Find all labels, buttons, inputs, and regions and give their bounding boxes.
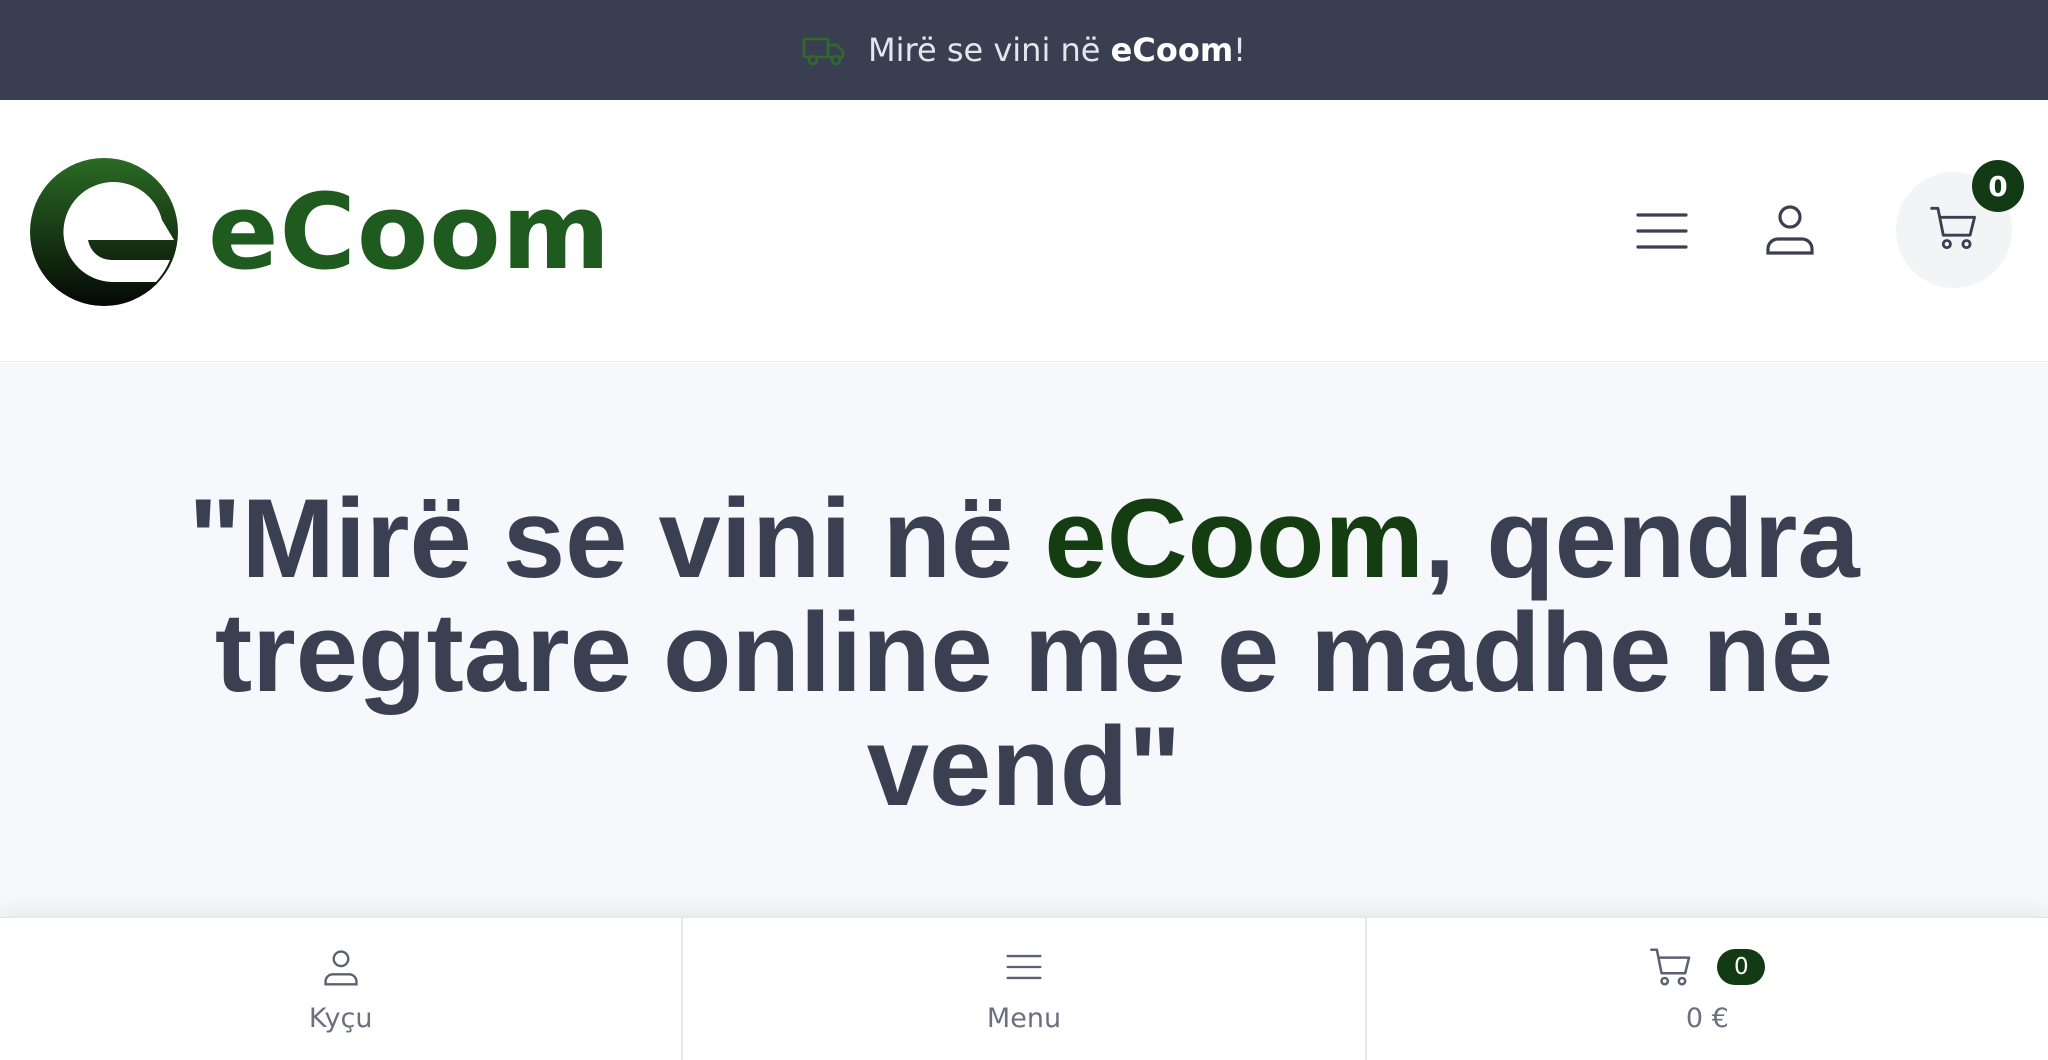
bottom-nav: Kyçu Menu 0 0 € [0, 917, 2048, 1060]
user-icon [319, 945, 363, 989]
hero-headline: "Mirë se vini në eCoom, qendra tregtare … [188, 475, 1860, 829]
bottom-nav-menu[interactable]: Menu [681, 918, 1364, 1060]
hero-section: "Mirë se vini në eCoom, qendra tregtare … [0, 363, 2048, 918]
bottom-nav-login[interactable]: Kyçu [0, 918, 681, 1060]
bottom-nav-cart[interactable]: 0 0 € [1364, 918, 2048, 1060]
announcement-bar: Mirë se vini në eCoom! [0, 0, 2048, 100]
menu-icon[interactable] [1634, 203, 1690, 259]
site-header: eCoom 0 [0, 100, 2048, 362]
truck-icon [802, 33, 846, 67]
cart-icon [1929, 203, 1979, 257]
cart-icon [1649, 945, 1693, 989]
welcome-message: Mirë se vini në eCoom! [868, 31, 1246, 69]
cart-total: 0 € [1685, 1002, 1729, 1034]
cart-count-badge: 0 [1717, 948, 1766, 985]
menu-label: Menu [986, 1002, 1062, 1034]
login-label: Kyçu [308, 1002, 373, 1034]
logo-text: eCoom [208, 171, 612, 293]
cart-count-badge: 0 [1972, 160, 2024, 212]
logo-mark [28, 156, 180, 308]
menu-icon [1002, 945, 1046, 989]
user-icon[interactable] [1762, 201, 1818, 257]
site-logo[interactable]: eCoom [28, 156, 611, 308]
